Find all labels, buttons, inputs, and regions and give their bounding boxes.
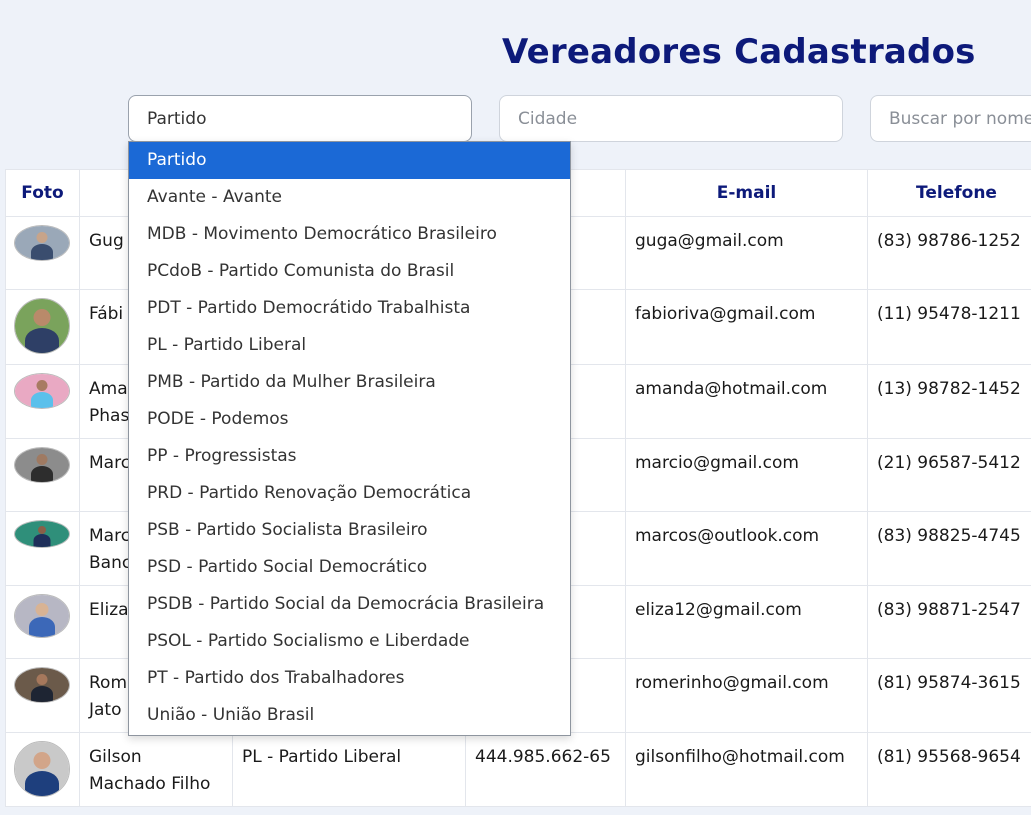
party-option[interactable]: PRD - Partido Renovação Democrática — [129, 475, 570, 512]
column-header-phone: Telefone — [867, 169, 1031, 217]
party-option[interactable]: Avante - Avante — [129, 179, 570, 216]
email-cell: gilsonfilho@hotmail.com — [625, 732, 868, 807]
city-input[interactable]: Cidade — [499, 95, 843, 142]
avatar — [14, 741, 70, 797]
email-cell: marcio@gmail.com — [625, 438, 868, 512]
avatar — [14, 447, 70, 483]
photo-cell — [5, 216, 80, 290]
email-cell: amanda@hotmail.com — [625, 364, 868, 439]
party-select[interactable]: Partido — [128, 95, 472, 142]
name-line: Machado Filho — [89, 774, 211, 794]
party-option[interactable]: PT - Partido dos Trabalhadores — [129, 660, 570, 697]
party-option[interactable]: Partido — [129, 142, 570, 179]
photo-cell — [5, 511, 80, 586]
table-row: Gilson Machado Filho PL - Partido Liberal 4… — [5, 732, 1031, 807]
phone-cell: (83) 98825-4745 — [867, 511, 1031, 586]
page-title: Vereadores Cadastrados — [502, 32, 976, 72]
search-placeholder: Buscar por nome — [889, 108, 1031, 129]
phone-cell: (81) 95874-3615 — [867, 658, 1031, 733]
party-dropdown-list[interactable]: Partido Avante - Avante MDB - Movimento De… — [128, 141, 571, 736]
avatar — [14, 667, 70, 703]
email-cell: eliza12@gmail.com — [625, 585, 868, 659]
party-option[interactable]: PL - Partido Liberal — [129, 327, 570, 364]
avatar — [14, 298, 70, 354]
party-option[interactable]: PMB - Partido da Mulher Brasileira — [129, 364, 570, 401]
avatar — [14, 225, 70, 261]
avatar — [14, 594, 70, 638]
name-cell: Gilson Machado Filho — [79, 732, 233, 807]
search-input[interactable]: Buscar por nome — [870, 95, 1031, 142]
photo-cell — [5, 364, 80, 439]
photo-cell — [5, 658, 80, 733]
phone-cell: (11) 95478-1211 — [867, 289, 1031, 365]
column-header-photo: Foto — [5, 169, 80, 217]
party-option[interactable]: PODE - Podemos — [129, 401, 570, 438]
party-cell: PL - Partido Liberal — [232, 732, 466, 807]
email-cell: guga@gmail.com — [625, 216, 868, 290]
phone-cell: (83) 98871-2547 — [867, 585, 1031, 659]
party-option[interactable]: PP - Progressistas — [129, 438, 570, 475]
photo-cell — [5, 732, 80, 807]
photo-cell — [5, 585, 80, 659]
party-option[interactable]: PSDB - Partido Social da Democrácia Bras… — [129, 586, 570, 623]
email-cell: marcos@outlook.com — [625, 511, 868, 586]
party-option[interactable]: PCdoB - Partido Comunista do Brasil — [129, 253, 570, 290]
party-select-value: Partido — [147, 108, 207, 129]
phone-cell: (81) 95568-9654 — [867, 732, 1031, 807]
party-option[interactable]: PDT - Partido Democrátido Trabalhista — [129, 290, 570, 327]
party-option[interactable]: MDB - Movimento Democrático Brasileiro — [129, 216, 570, 253]
cpf-cell: 444.985.662-65 — [465, 732, 626, 807]
photo-cell — [5, 289, 80, 365]
avatar — [14, 373, 70, 409]
avatar — [14, 520, 70, 548]
party-option[interactable]: PSD - Partido Social Democrático — [129, 549, 570, 586]
phone-cell: (21) 96587-5412 — [867, 438, 1031, 512]
phone-cell: (13) 98782-1452 — [867, 364, 1031, 439]
email-cell: romerinho@gmail.com — [625, 658, 868, 733]
city-placeholder: Cidade — [518, 108, 578, 129]
name-line: Gilson — [89, 747, 142, 767]
column-header-email: E-mail — [625, 169, 868, 217]
party-option[interactable]: PSB - Partido Socialista Brasileiro — [129, 512, 570, 549]
phone-cell: (83) 98786-1252 — [867, 216, 1031, 290]
email-cell: fabioriva@gmail.com — [625, 289, 868, 365]
photo-cell — [5, 438, 80, 512]
party-option[interactable]: União - União Brasil — [129, 697, 570, 734]
party-option[interactable]: PSOL - Partido Socialismo e Liberdade — [129, 623, 570, 660]
